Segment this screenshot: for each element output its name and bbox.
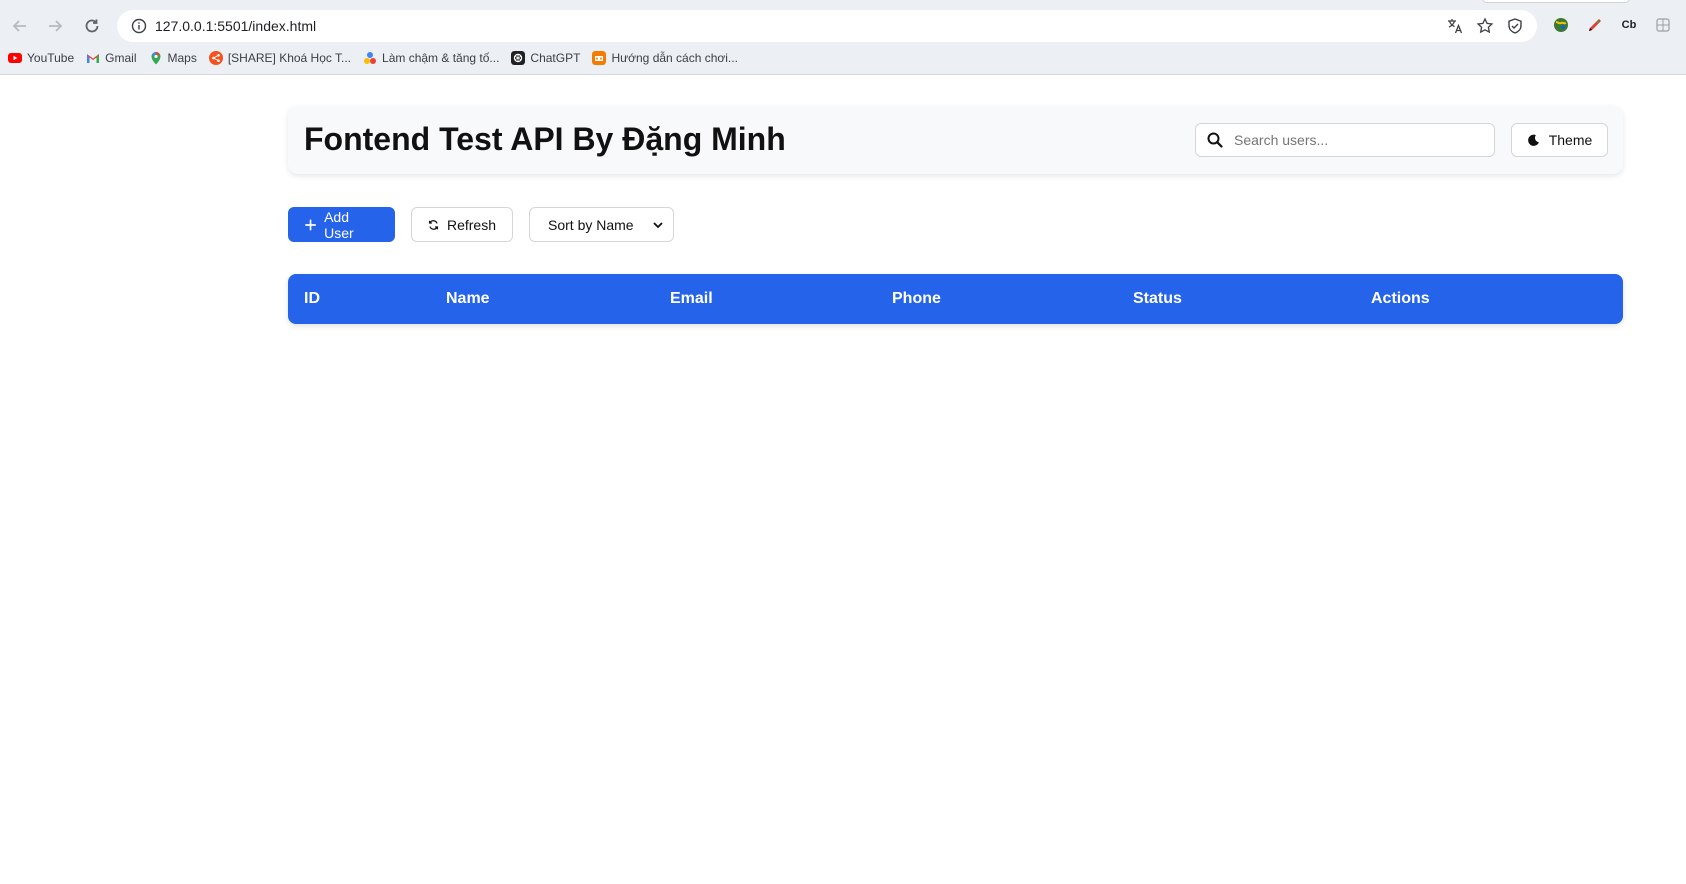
browser-chrome: 127.0.0.1:5501/index.html Cb YouTube Gma… xyxy=(0,0,1686,75)
search-box[interactable] xyxy=(1195,123,1495,157)
column-header-id: ID xyxy=(304,290,320,307)
moon-icon xyxy=(1527,134,1539,146)
bookmark-maps[interactable]: Maps xyxy=(149,51,197,65)
users-table-header: ID Name Email Phone Status Actions xyxy=(288,274,1623,324)
column-header-phone: Phone xyxy=(892,290,941,307)
dots-icon xyxy=(364,52,377,64)
column-header-name: Name xyxy=(446,290,490,307)
cb-extension-icon[interactable]: Cb xyxy=(1618,14,1640,36)
youtube-icon xyxy=(8,53,22,63)
plus-icon xyxy=(305,219,317,230)
globe-extension-icon[interactable] xyxy=(1550,14,1572,36)
bookmark-youtube[interactable]: YouTube xyxy=(8,51,74,65)
refresh-label: Refresh xyxy=(446,216,496,233)
bookmark-label: Hướng dẫn cách chơi... xyxy=(611,51,738,65)
chevron-down-icon xyxy=(653,221,663,228)
sort-select[interactable]: Sort by Name xyxy=(529,207,674,242)
bookmark-label: [SHARE] Khoá Học T... xyxy=(227,51,352,65)
back-arrow-icon xyxy=(12,20,26,32)
forward-arrow-icon xyxy=(49,20,63,32)
puzzle-extension-icon[interactable] xyxy=(1652,14,1674,36)
bookmark-game-guide[interactable]: Hướng dẫn cách chơi... xyxy=(592,51,738,65)
bookmark-share-course[interactable]: [SHARE] Khoá Học T... xyxy=(208,51,352,65)
column-header-email: Email xyxy=(670,290,713,307)
back-button[interactable] xyxy=(5,11,35,41)
sort-selected-value: Sort by Name xyxy=(548,216,634,233)
column-header-status: Status xyxy=(1133,290,1182,307)
bookmark-label: Làm chậm & tăng tố... xyxy=(382,51,500,65)
refresh-button[interactable]: Refresh xyxy=(411,207,513,242)
add-user-button[interactable]: Add User xyxy=(288,207,395,242)
maps-icon xyxy=(151,52,160,65)
reload-icon xyxy=(85,19,99,33)
bookmark-label: Maps xyxy=(167,51,197,65)
game-icon xyxy=(592,51,607,65)
column-header-actions: Actions xyxy=(1371,290,1430,307)
bookmark-label: YouTube xyxy=(27,51,75,65)
search-icon xyxy=(1196,132,1234,148)
site-info-icon[interactable] xyxy=(123,18,155,34)
pen-extension-icon[interactable] xyxy=(1584,14,1606,36)
tab-edge xyxy=(1482,0,1630,3)
search-input[interactable] xyxy=(1234,132,1484,148)
shield-icon[interactable] xyxy=(1505,16,1525,36)
theme-toggle-button[interactable]: Theme xyxy=(1511,123,1608,157)
extensions-bar: Cb xyxy=(1550,14,1674,36)
bookmark-gmail[interactable]: Gmail xyxy=(86,51,137,65)
page-title: Fontend Test API By Đặng Minh xyxy=(304,121,786,157)
bookmark-chatgpt[interactable]: ChatGPT xyxy=(511,51,580,65)
url-text[interactable]: 127.0.0.1:5501/index.html xyxy=(155,18,316,34)
toolbar: Add User Refresh Sort by Name xyxy=(288,207,674,242)
refresh-icon xyxy=(428,219,439,230)
share-icon xyxy=(208,51,223,65)
translate-icon[interactable] xyxy=(1445,16,1465,36)
theme-label: Theme xyxy=(1548,132,1593,148)
add-user-label: Add User xyxy=(324,208,354,241)
chatgpt-icon xyxy=(511,51,526,65)
app-header: Fontend Test API By Đặng Minh Theme xyxy=(288,106,1623,174)
bookmark-label: Gmail xyxy=(105,51,137,65)
bookmark-star-icon[interactable] xyxy=(1475,16,1495,36)
bookmarks-bar: YouTube Gmail Maps [SHARE] Khoá Học T...… xyxy=(0,47,750,69)
bookmark-slowdown[interactable]: Làm chậm & tăng tố... xyxy=(363,51,499,65)
reload-button[interactable] xyxy=(77,11,107,41)
forward-button[interactable] xyxy=(40,11,70,41)
gmail-icon xyxy=(87,54,100,63)
bookmark-label: ChatGPT xyxy=(530,51,581,65)
address-bar[interactable]: 127.0.0.1:5501/index.html xyxy=(117,10,1537,42)
